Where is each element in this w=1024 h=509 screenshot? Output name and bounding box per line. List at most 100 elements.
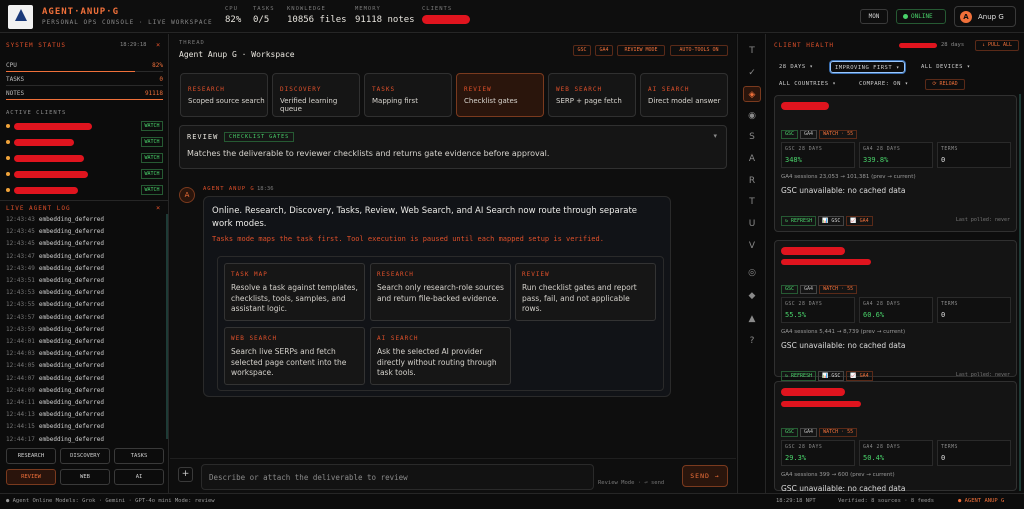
rail-triangle-icon[interactable]: ▲	[743, 311, 761, 327]
stat-clients: CLIENTS	[422, 6, 470, 27]
redaction	[781, 388, 845, 396]
pull-all-button[interactable]: ↓ PULL ALL	[975, 40, 1019, 51]
sessions-text: GA4 sessions 5,441 → 8,739 (prev → curre…	[781, 329, 906, 335]
rail-check-icon[interactable]: ✓	[743, 65, 761, 81]
stat-memory: MEMORY 91118 notes	[355, 6, 415, 25]
tag-badge: WATCH · 55	[819, 130, 858, 139]
ga4-button[interactable]: 📈 GA4	[846, 371, 873, 381]
redaction	[422, 15, 470, 24]
checklist-gates-badge: CHECKLIST GATES	[224, 132, 295, 142]
compare-select[interactable]: COMPARE: ON ▾	[859, 78, 909, 90]
refresh-button[interactable]: ↻ REFRESH	[781, 216, 817, 226]
review-mode-toggle[interactable]: REVIEW MODE	[617, 45, 665, 56]
metric-terms: TERMS 0	[937, 440, 1011, 466]
quick-web-button[interactable]: WEB	[60, 469, 110, 485]
close-icon[interactable]: ×	[156, 204, 160, 212]
client-item[interactable]: WATCH	[6, 169, 163, 181]
metric-ga4: GA4 28 DAYS 60.6%	[859, 297, 933, 323]
mode-card-tasks[interactable]: TASKS Mapping first	[364, 73, 452, 117]
quick-ai-button[interactable]: AI	[114, 469, 164, 485]
gsc-button[interactable]: 📊 GSC	[818, 216, 845, 226]
rail-v-icon[interactable]: V	[743, 238, 761, 254]
quick-discovery-button[interactable]: DISCOVERY	[60, 448, 110, 464]
ga4-toggle[interactable]: GA4	[595, 45, 613, 56]
client-list-scrollbar[interactable]	[1019, 94, 1021, 491]
mode-card-discovery[interactable]: DISCOVERY Verified learning queue	[272, 73, 360, 117]
status-time: 18:29:18 NPT	[776, 498, 816, 504]
watch-button[interactable]: WATCH	[141, 185, 163, 195]
watch-button[interactable]: WATCH	[141, 169, 163, 179]
stat-tasks: TASKS 0/5	[253, 6, 275, 25]
redaction	[781, 259, 871, 265]
client-item[interactable]: WATCH	[6, 185, 163, 197]
monitor-button[interactable]: MON	[860, 9, 888, 24]
sort-select[interactable]: IMPROVING FIRST ▾	[830, 61, 905, 73]
countries-select[interactable]: ALL COUNTRIES ▾	[779, 78, 836, 90]
send-button[interactable]: SEND →	[682, 465, 728, 487]
user-menu-button[interactable]: A Anup G	[954, 6, 1016, 27]
chevron-down-icon[interactable]: ▾	[713, 132, 717, 140]
metric-terms: TERMS 0	[937, 142, 1011, 168]
redaction	[14, 123, 92, 130]
watch-button[interactable]: WATCH	[141, 137, 163, 147]
refresh-button[interactable]: ↻ REFRESH	[781, 371, 817, 381]
review-panel-description: Matches the deliverable to reviewer chec…	[187, 149, 550, 158]
devices-select[interactable]: ALL DEVICES ▾	[921, 61, 971, 73]
quick-tasks-button[interactable]: TASKS	[114, 448, 164, 464]
rail-a-icon[interactable]: A	[743, 151, 761, 167]
ga4-button[interactable]: 📈 GA4	[846, 216, 873, 226]
quick-research-button[interactable]: RESEARCH	[6, 448, 56, 464]
redaction	[14, 171, 88, 178]
rail-terminal-icon[interactable]: T	[743, 43, 761, 59]
mode-card-research[interactable]: RESEARCH Scoped source search	[180, 73, 268, 117]
left-sidebar: SYSTEM STATUS 18:29:18 × CPU 82% TASKS 0 N…	[0, 34, 169, 493]
mode-grid: TASK MAP Resolve a task against templates…	[217, 256, 664, 391]
client-item[interactable]: WATCH	[6, 153, 163, 165]
client-item[interactable]: WATCH	[6, 121, 163, 133]
days-label: 28 days	[941, 42, 965, 48]
rail-help-icon[interactable]: ?	[743, 333, 761, 349]
status-bar: ● Agent Online Models: Grok · Gemini · G…	[0, 493, 1024, 509]
watch-button[interactable]: WATCH	[141, 153, 163, 163]
rail-t-icon[interactable]: T	[743, 194, 761, 210]
thread-title: Agent Anup G · Workspace	[179, 50, 295, 59]
review-panel[interactable]: REVIEW CHECKLIST GATES ▾ Matches the del…	[179, 125, 727, 169]
log-line: 12:44:07 embedding_deferred	[6, 374, 104, 382]
message-input[interactable]	[201, 464, 594, 490]
rail-target-icon[interactable]: ◎	[743, 265, 761, 281]
client-card: GSC GA4 WATCH · 55 GSC 28 DAYS 29.3% GA4 28 D…	[774, 381, 1017, 493]
close-icon[interactable]: ×	[156, 41, 160, 49]
top-bar: AGENT·ANUP·G PERSONAL OPS CONSOLE · LIVE…	[0, 0, 1024, 33]
active-clients-heading: ACTIVE CLIENTS	[6, 110, 67, 116]
mode-card-web-search[interactable]: WEB SEARCH SERP + page fetch	[548, 73, 636, 117]
rail-u-icon[interactable]: U	[743, 216, 761, 232]
rail-s-icon[interactable]: S	[743, 129, 761, 145]
message-note: Tasks mode maps the task first. Tool exe…	[212, 235, 604, 243]
client-item[interactable]: WATCH	[6, 137, 163, 149]
log-line: 12:43:45 embedding_deferred	[6, 228, 104, 236]
attach-button[interactable]: +	[178, 467, 193, 482]
watch-button[interactable]: WATCH	[141, 121, 163, 131]
range-select[interactable]: 28 DAYS ▾	[779, 61, 813, 73]
rail-record-icon[interactable]: ◉	[743, 108, 761, 124]
log-scrollbar[interactable]	[166, 214, 168, 439]
cpu-bar	[6, 71, 135, 72]
client-card: GSC GA4 WATCH · 55 GSC 28 DAYS 55.5% GA4 28 D…	[774, 240, 1017, 381]
reload-button[interactable]: ⟳ RELOAD	[925, 79, 965, 90]
quick-review-button[interactable]: REVIEW	[6, 469, 56, 485]
gsc-toggle[interactable]: GSC	[573, 45, 591, 56]
log-line: 12:44:03 embedding_deferred	[6, 350, 104, 358]
status-dot-icon	[6, 124, 10, 128]
auto-tools-toggle[interactable]: AUTO-TOOLS ON	[670, 45, 728, 56]
rail-diamond-icon[interactable]: ◆	[743, 288, 761, 304]
mode-hint: Review Mode · ⏎ send	[598, 480, 665, 486]
main-thread: THREAD Agent Anup G · Workspace GSC GA4 …	[170, 34, 736, 493]
mode-card-review[interactable]: REVIEW Checklist gates	[456, 73, 544, 117]
message-author: AGENT ANUP G	[203, 186, 255, 192]
rail-r-icon[interactable]: R	[743, 173, 761, 189]
gsc-button[interactable]: 📊 GSC	[818, 371, 845, 381]
metric-gsc: GSC 28 DAYS 55.5%	[781, 297, 855, 323]
thread-label: THREAD	[179, 40, 205, 46]
mode-card-ai-search[interactable]: AI SEARCH Direct model answer	[640, 73, 728, 117]
rail-layers-icon[interactable]: ◈	[743, 86, 761, 102]
